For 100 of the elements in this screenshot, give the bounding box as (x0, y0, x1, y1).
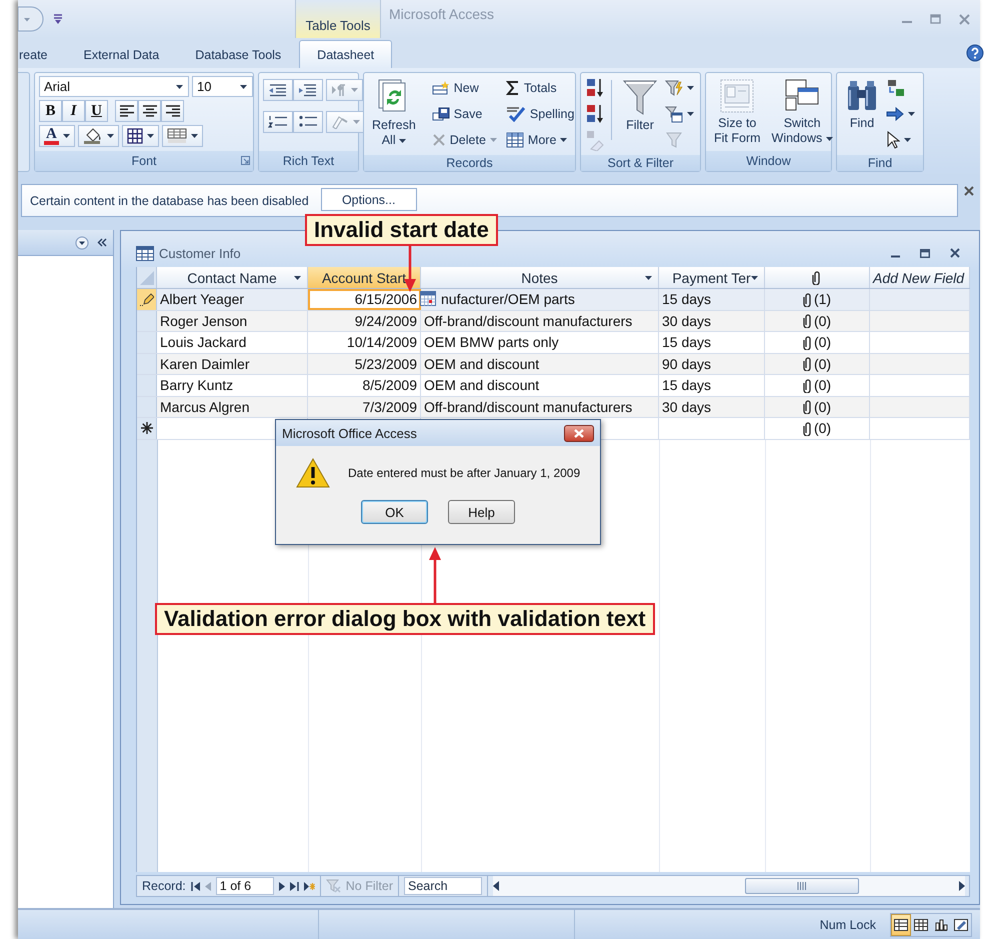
table-row[interactable]: Barry Kuntz 8/5/2009 OEM and discount 15 days (0) (137, 375, 970, 396)
table-cell: 5/23/2009 (308, 354, 421, 374)
record-selector[interactable] (137, 418, 157, 438)
new-record-icon[interactable] (304, 882, 315, 890)
warning-icon (296, 458, 330, 488)
group-label: Font (131, 154, 156, 168)
close-icon (574, 428, 584, 438)
design-view-icon (954, 918, 968, 930)
table-cell: Marcus Algren (157, 396, 308, 417)
ribbon-tab[interactable]: Database Tools (177, 40, 300, 68)
increase-indent-button[interactable] (293, 79, 323, 101)
align-center-icon (142, 104, 158, 118)
underline-button[interactable]: U (85, 100, 108, 122)
group-label: Sort & Filter (608, 156, 674, 170)
switch-windows-button[interactable]: Switch Windows (768, 76, 837, 148)
first-record-icon[interactable] (190, 882, 200, 890)
find-button[interactable]: Find (841, 76, 883, 133)
decrease-indent-button[interactable] (263, 79, 293, 101)
group-label: Window (746, 154, 791, 168)
contextual-tab-label: Table Tools (295, 0, 381, 38)
totals-button[interactable]: Totals (506, 76, 574, 100)
record-label: Record: (142, 879, 186, 893)
align-right-button[interactable] (161, 100, 184, 122)
bold-button[interactable]: B (39, 100, 62, 122)
scrollbar-thumb[interactable] (745, 878, 859, 894)
date-picker-icon[interactable] (420, 291, 436, 306)
caret-icon (176, 84, 183, 88)
sort-descending-icon (585, 103, 605, 125)
table-cell: Karen Daimler (157, 354, 308, 374)
ribbon-tab[interactable]: Datasheet (299, 40, 392, 68)
caret-icon (751, 276, 758, 280)
caret-icon (240, 84, 247, 88)
ribbon-tab[interactable]: External Data (66, 40, 178, 68)
customize-icon[interactable] (54, 14, 62, 24)
caret-icon (645, 276, 652, 280)
callout-label: Validation error dialog box with validation text (155, 603, 655, 635)
table-row[interactable]: Marcus Algren 7/3/2009 Off-brand/discount manufacturers 30 days (0) (137, 396, 970, 418)
table-row[interactable]: Louis Jackard 10/14/2009 OEM BMW parts only 15 days (0) (137, 332, 970, 354)
refresh-all-button[interactable]: Refresh All (368, 76, 420, 150)
record-selector[interactable] (137, 289, 157, 310)
last-record-icon[interactable] (290, 882, 299, 890)
form-icon (719, 78, 756, 114)
options-button[interactable]: Options... (320, 188, 417, 211)
numbering-button[interactable] (263, 111, 293, 133)
attachment-count: (0) (814, 312, 832, 329)
align-center-button[interactable] (138, 100, 161, 122)
pivot-table-icon (914, 918, 928, 930)
save-button[interactable]: Save (432, 102, 497, 126)
bullets-button[interactable] (293, 111, 323, 133)
help-icon[interactable] (966, 44, 984, 62)
close-icon[interactable] (964, 186, 974, 196)
paperclip-icon (802, 313, 813, 328)
horizontal-scrollbar[interactable] (493, 876, 965, 896)
caret-icon (687, 112, 694, 116)
align-left-button[interactable] (115, 100, 138, 122)
paint-bucket-icon (82, 128, 103, 144)
fill-color-button[interactable] (78, 125, 119, 147)
datasheet-view-button[interactable] (891, 914, 911, 936)
caret-icon (399, 138, 406, 143)
paperclip-icon (802, 399, 813, 414)
next-record-icon[interactable] (278, 882, 285, 890)
scroll-left-icon[interactable] (493, 881, 500, 891)
column-header[interactable]: Add New Field (870, 267, 970, 288)
column-header[interactable]: Account Start (308, 267, 421, 288)
table-row[interactable]: Albert Yeager 6/15/2006 nufacturer/OEM parts 15 days (1) (137, 289, 970, 310)
new-button[interactable]: New (432, 76, 497, 100)
funnel-icon (622, 78, 658, 116)
spelling-button[interactable]: Spelling (506, 102, 574, 126)
search-field[interactable]: Search (404, 877, 482, 895)
record-number-field[interactable]: 1 of 6 (216, 877, 274, 895)
gridlines-button[interactable] (122, 125, 159, 147)
group-label: Rich Text (282, 154, 334, 168)
font-name-dropdown[interactable]: Arial (39, 76, 189, 97)
maximize-icon[interactable] (920, 248, 930, 258)
alternate-fill-button[interactable] (162, 125, 203, 147)
italic-button[interactable]: I (62, 100, 85, 122)
more-button[interactable]: More (506, 128, 574, 152)
column-header[interactable]: Payment Ter (659, 267, 765, 288)
dropdown-icon[interactable] (75, 236, 89, 250)
column-header[interactable]: Notes (421, 267, 659, 288)
dialog-launcher-icon[interactable] (241, 156, 250, 165)
ribbon-tab[interactable]: reate (1, 40, 66, 68)
table-row[interactable]: Karen Daimler 5/23/2009 OEM and discount 90 days (0) (137, 354, 970, 375)
table-row[interactable]: Roger Jenson 9/24/2009 Off-brand/discount manufacturers 30 days (0) (137, 310, 970, 332)
collapse-icon[interactable] (97, 238, 107, 247)
numbered-list-icon (268, 114, 288, 130)
spell-check-icon (506, 106, 526, 122)
close-icon[interactable] (950, 248, 960, 258)
scroll-right-icon[interactable] (959, 881, 965, 891)
ok-button[interactable]: OK (361, 500, 428, 524)
help-button[interactable]: Help (448, 500, 515, 524)
font-color-button[interactable]: A (39, 125, 75, 147)
font-size-dropdown[interactable]: 10 (192, 76, 253, 97)
align-left-icon (118, 104, 134, 118)
attachment-count: (1) (814, 291, 832, 308)
decrease-indent-icon (268, 82, 288, 98)
new-record-icon (432, 81, 450, 95)
close-button[interactable] (564, 424, 594, 442)
table-icon (136, 246, 154, 260)
filter-button[interactable]: Filter (618, 76, 662, 135)
